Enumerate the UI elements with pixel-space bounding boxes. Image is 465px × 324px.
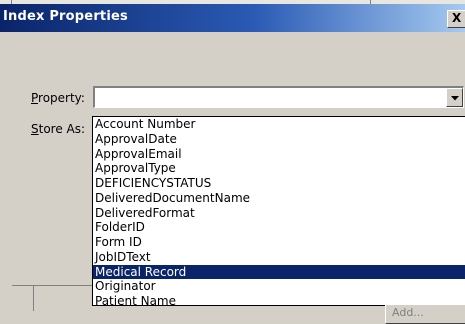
dropdown-option[interactable]: Form ID [93,235,465,250]
property-dropdown-list[interactable]: Account Number ApprovalDate ApprovalEmail A… [92,116,465,306]
property-label: Property: [31,91,85,105]
dropdown-option[interactable]: DeliveredDocumentName [93,191,465,206]
dropdown-option[interactable]: JobIDText [93,250,465,265]
window-title: Index Properties [3,9,128,24]
store-as-label-mnemonic: S [31,122,39,136]
store-as-label: Store As: [31,122,85,136]
dropdown-option[interactable]: DeliveredFormat [93,206,465,221]
store-as-label-rest: tore As: [38,122,86,136]
dropdown-option[interactable]: FolderID [93,220,465,235]
dropdown-option[interactable]: ApprovalEmail [93,147,465,162]
add-button[interactable]: Add... [385,304,465,324]
dropdown-option[interactable]: Medical Record [93,264,465,280]
property-label-rest: roperty: [38,91,85,105]
dropdown-option[interactable]: ApprovalDate [93,132,465,147]
property-dropdown-button[interactable] [446,88,463,107]
close-icon: X [452,11,462,25]
dropdown-option[interactable]: DEFICIENCYSTATUS [93,176,465,191]
close-button[interactable]: X [447,10,465,28]
underlying-frame-line [33,286,34,311]
title-bar[interactable]: Index Properties X [0,4,465,32]
underlying-frame-line [12,285,92,286]
property-label-mnemonic: P [31,91,39,105]
dropdown-option[interactable]: Originator [93,279,465,294]
property-combobox[interactable] [93,86,464,108]
dropdown-option[interactable]: Account Number [93,117,465,132]
dropdown-option[interactable]: ApprovalType [93,161,465,176]
chevron-down-icon [451,96,459,101]
